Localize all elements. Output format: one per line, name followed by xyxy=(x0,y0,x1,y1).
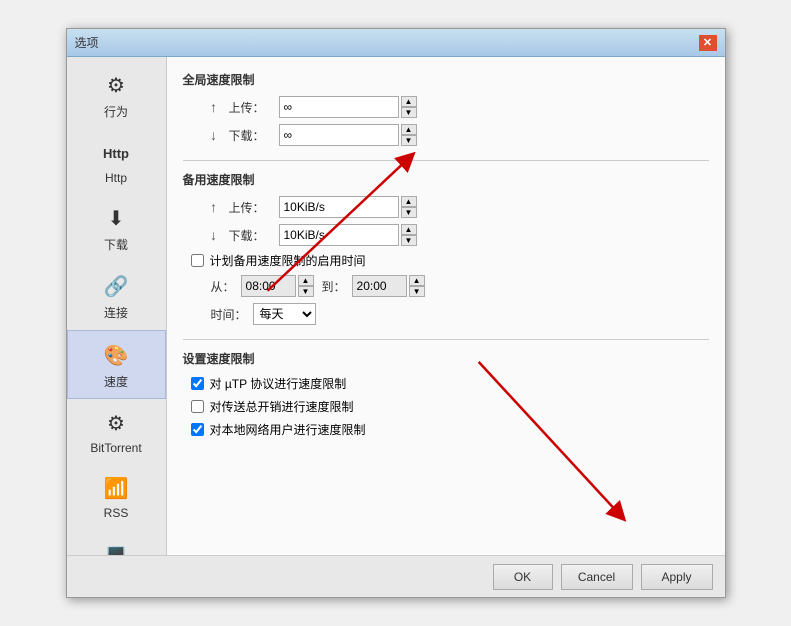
limit-option-2: 对传送总开销进行速度限制 xyxy=(183,398,709,415)
download-spin-down[interactable]: ▼ xyxy=(401,135,417,146)
to-label: 到： xyxy=(322,278,346,295)
dialog-body: ⚙ 行为 Http Http ⬇ 下载 🔗 连接 🎨 速度 ⚙ BitTorre xyxy=(67,57,725,555)
upload-spin-up[interactable]: ▲ xyxy=(401,96,417,107)
upload-label: 上传： xyxy=(229,99,279,116)
window-title: 选项 xyxy=(75,34,99,51)
sidebar-label-bittorrent: BitTorrent xyxy=(90,441,141,455)
upload-row: ↑ 上传： ▲ ▼ xyxy=(183,96,709,118)
from-label: 从： xyxy=(211,278,235,295)
global-speed-section: 全局速度限制 ↑ 上传： ▲ ▼ ↓ 下载： xyxy=(183,71,709,146)
sidebar-item-webui[interactable]: 💻 Web UI xyxy=(67,529,166,555)
global-speed-title: 全局速度限制 xyxy=(183,71,709,88)
sidebar-label-behavior: 行为 xyxy=(104,103,128,120)
backup-upload-input[interactable] xyxy=(279,196,399,218)
backup-download-input[interactable] xyxy=(279,224,399,246)
sidebar-label-speed: 速度 xyxy=(104,373,128,390)
ok-button[interactable]: OK xyxy=(493,564,553,590)
limit-checkbox-1[interactable] xyxy=(191,377,204,390)
from-time-up[interactable]: ▲ xyxy=(298,275,314,286)
backup-upload-label: 上传： xyxy=(229,199,279,216)
from-time-down[interactable]: ▼ xyxy=(298,286,314,297)
download-label: 下载： xyxy=(229,127,279,144)
speed-icon: 🎨 xyxy=(100,339,132,371)
sidebar-item-http[interactable]: Http Http xyxy=(67,129,166,194)
upload-spinner: ▲ ▼ xyxy=(279,96,417,118)
download-row: ↓ 下载： ▲ ▼ xyxy=(183,124,709,146)
backup-download-spin-up[interactable]: ▲ xyxy=(401,224,417,235)
limit-label-2: 对传送总开销进行速度限制 xyxy=(210,398,354,415)
to-time-up[interactable]: ▲ xyxy=(409,275,425,286)
from-time-input[interactable] xyxy=(241,275,296,297)
upload-arrow-icon: ↑ xyxy=(203,96,225,118)
upload-spinner-btns: ▲ ▼ xyxy=(401,96,417,118)
backup-upload-spin-up[interactable]: ▲ xyxy=(401,196,417,207)
backup-upload-spinner-btns: ▲ ▼ xyxy=(401,196,417,218)
apply-button[interactable]: Apply xyxy=(641,564,713,590)
backup-download-spinner: ▲ ▼ xyxy=(279,224,417,246)
sidebar-label-rss: RSS xyxy=(104,506,129,520)
to-time-down[interactable]: ▼ xyxy=(409,286,425,297)
sidebar-label-download: 下载 xyxy=(104,236,128,253)
backup-download-icon: ↓ xyxy=(203,224,225,246)
day-select[interactable]: 每天 工作日 周末 xyxy=(253,303,316,325)
schedule-checkbox-label: 计划备用速度限制的启用时间 xyxy=(210,252,366,269)
schedule-checkbox[interactable] xyxy=(191,254,204,267)
backup-download-spin-down[interactable]: ▼ xyxy=(401,235,417,246)
main-content: 全局速度限制 ↑ 上传： ▲ ▼ ↓ 下载： xyxy=(167,57,725,555)
upload-spin-down[interactable]: ▼ xyxy=(401,107,417,118)
webui-icon: 💻 xyxy=(100,537,132,555)
backup-upload-icon: ↑ xyxy=(203,196,225,218)
backup-download-label: 下载： xyxy=(229,227,279,244)
backup-speed-title: 备用速度限制 xyxy=(183,171,709,188)
time-day-row: 时间： 每天 工作日 周末 xyxy=(183,303,709,325)
download-arrow-icon: ↓ xyxy=(203,124,225,146)
dialog: 选项 ✕ ⚙ 行为 Http Http ⬇ 下载 🔗 连接 🎨 速度 xyxy=(66,28,726,598)
time-label: 时间： xyxy=(211,306,247,323)
download-spinner-btns: ▲ ▼ xyxy=(401,124,417,146)
rss-icon: 📶 xyxy=(100,472,132,504)
connection-icon: 🔗 xyxy=(100,270,132,302)
bottom-bar: OK Cancel Apply xyxy=(67,555,725,597)
backup-upload-spinner: ▲ ▼ xyxy=(279,196,417,218)
limit-option-1: 对 µTP 协议进行速度限制 xyxy=(183,375,709,392)
sidebar-item-download[interactable]: ⬇ 下载 xyxy=(67,194,166,262)
download-input[interactable] xyxy=(279,124,399,146)
download-spin-up[interactable]: ▲ xyxy=(401,124,417,135)
to-time-input[interactable] xyxy=(352,275,407,297)
download-icon: ⬇ xyxy=(100,202,132,234)
set-speed-section: 设置速度限制 对 µTP 协议进行速度限制 对传送总开销进行速度限制 对本地网络… xyxy=(183,350,709,438)
to-time-spinner: ▲ ▼ xyxy=(409,275,425,297)
limit-checkbox-3[interactable] xyxy=(191,423,204,436)
limit-checkbox-2[interactable] xyxy=(191,400,204,413)
schedule-checkbox-row: 计划备用速度限制的启用时间 xyxy=(183,252,709,269)
sidebar-item-connection[interactable]: 🔗 连接 xyxy=(67,262,166,330)
sidebar-item-rss[interactable]: 📶 RSS xyxy=(67,464,166,529)
upload-input[interactable] xyxy=(279,96,399,118)
bittorrent-icon: ⚙ xyxy=(100,407,132,439)
backup-download-row: ↓ 下载： ▲ ▼ xyxy=(183,224,709,246)
sidebar-item-speed[interactable]: 🎨 速度 xyxy=(67,330,166,399)
sidebar: ⚙ 行为 Http Http ⬇ 下载 🔗 连接 🎨 速度 ⚙ BitTorre xyxy=(67,57,167,555)
set-speed-title: 设置速度限制 xyxy=(183,350,709,367)
sidebar-item-bittorrent[interactable]: ⚙ BitTorrent xyxy=(67,399,166,464)
sidebar-item-behavior[interactable]: ⚙ 行为 xyxy=(67,61,166,129)
limit-option-3: 对本地网络用户进行速度限制 xyxy=(183,421,709,438)
sidebar-label-connection: 连接 xyxy=(104,304,128,321)
close-button[interactable]: ✕ xyxy=(699,35,717,51)
backup-upload-row: ↑ 上传： ▲ ▼ xyxy=(183,196,709,218)
limit-label-1: 对 µTP 协议进行速度限制 xyxy=(210,375,347,392)
backup-speed-section: 备用速度限制 ↑ 上传： ▲ ▼ ↓ 下载： xyxy=(183,171,709,325)
title-bar: 选项 ✕ xyxy=(67,29,725,57)
download-spinner: ▲ ▼ xyxy=(279,124,417,146)
sidebar-label-http: Http xyxy=(105,171,127,185)
time-from-row: 从： ▲ ▼ 到： ▲ ▼ xyxy=(183,275,709,297)
backup-download-spinner-btns: ▲ ▼ xyxy=(401,224,417,246)
backup-upload-spin-down[interactable]: ▼ xyxy=(401,207,417,218)
from-time-spinner: ▲ ▼ xyxy=(298,275,314,297)
limit-label-3: 对本地网络用户进行速度限制 xyxy=(210,421,366,438)
http-icon: Http xyxy=(100,137,132,169)
behavior-icon: ⚙ xyxy=(100,69,132,101)
cancel-button[interactable]: Cancel xyxy=(561,564,633,590)
